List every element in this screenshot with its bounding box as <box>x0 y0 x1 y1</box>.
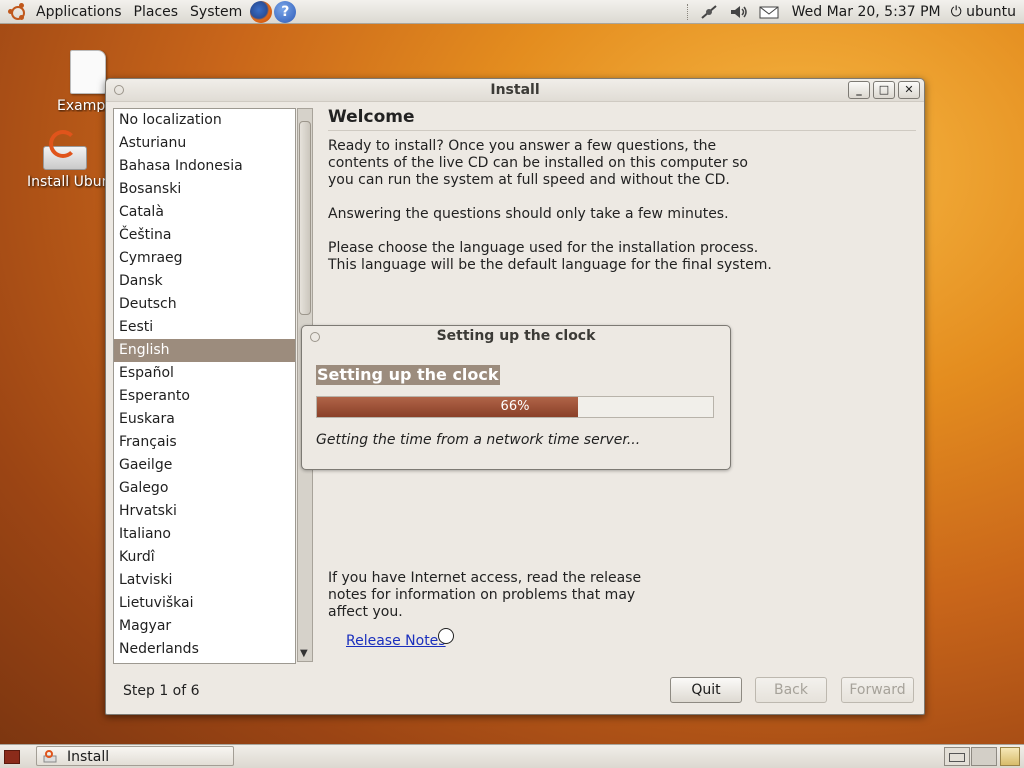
dialog-heading: Setting up the clock <box>316 365 500 385</box>
document-icon <box>70 50 106 94</box>
taskbar-install-button[interactable]: Install <box>36 746 234 766</box>
step-indicator: Step 1 of 6 <box>123 683 200 699</box>
install-window: Install _ □ ✕ No localization Asturianu … <box>105 78 925 715</box>
intro-text: Ready to install? Once you answer a few … <box>328 138 748 188</box>
language-item[interactable]: Italiano <box>114 523 295 546</box>
choose-language-text: Please choose the language used for the … <box>328 240 772 273</box>
language-item[interactable]: Bosanski <box>114 178 295 201</box>
dialog-title: Setting up the clock <box>436 328 596 344</box>
installer-icon <box>42 130 87 170</box>
progress-status: Getting the time from a network time ser… <box>316 432 641 448</box>
trash-icon[interactable] <box>1000 747 1020 766</box>
language-item[interactable]: Kurdî <box>114 546 295 569</box>
taskbar-label: Install <box>67 749 110 765</box>
window-title: Install <box>490 82 540 98</box>
ubuntu-logo-icon[interactable] <box>8 2 26 21</box>
user-menu[interactable]: ⏻ ubuntu <box>951 4 1024 20</box>
language-item[interactable]: Español <box>114 362 295 385</box>
places-menu[interactable]: Places <box>128 0 185 24</box>
workspace-1[interactable] <box>944 747 970 766</box>
answering-text: Answering the questions should only take… <box>328 206 729 222</box>
mail-icon[interactable] <box>758 3 780 21</box>
release-notes-link[interactable]: Release Notes <box>346 633 446 649</box>
top-panel: Applications Places System ? Wed Mar 20,… <box>0 0 1024 24</box>
language-item[interactable]: Nederlands <box>114 638 295 661</box>
busy-cursor-icon <box>438 628 454 644</box>
desktop-icon-label: Install Ubuntu <box>27 174 105 190</box>
language-item[interactable]: Magyar <box>114 615 295 638</box>
scroll-down-arrow-icon[interactable]: ▼ <box>300 648 308 659</box>
panel-separator <box>686 4 690 20</box>
back-button[interactable]: Back <box>755 677 827 703</box>
minimize-button[interactable]: _ <box>848 81 870 99</box>
bottom-panel: Install <box>0 744 1024 768</box>
maximize-button[interactable]: □ <box>873 81 895 99</box>
user-name: ubuntu <box>966 4 1016 20</box>
workspace-2[interactable] <box>971 747 997 766</box>
internet-text: If you have Internet access, read the re… <box>328 570 642 620</box>
language-item[interactable]: Deutsch <box>114 293 295 316</box>
language-item[interactable]: Hrvatski <box>114 500 295 523</box>
language-item[interactable]: Lietuviškai <box>114 592 295 615</box>
language-item[interactable]: Galego <box>114 477 295 500</box>
window-titlebar[interactable]: Install _ □ ✕ <box>106 79 924 102</box>
language-item[interactable]: Asturianu <box>114 132 295 155</box>
language-item-selected[interactable]: English <box>114 339 295 362</box>
language-item[interactable]: Català <box>114 201 295 224</box>
clock[interactable]: Wed Mar 20, 5:37 PM <box>784 4 951 20</box>
language-item[interactable]: Dansk <box>114 270 295 293</box>
progress-bar: 66% <box>316 396 714 418</box>
quit-button[interactable]: Quit <box>670 677 742 703</box>
title-divider <box>328 130 916 131</box>
language-item[interactable]: No localization <box>114 109 295 132</box>
forward-button[interactable]: Forward <box>841 677 914 703</box>
language-item[interactable]: Latviski <box>114 569 295 592</box>
language-item[interactable]: Français <box>114 431 295 454</box>
language-item[interactable]: Gaeilge <box>114 454 295 477</box>
language-list[interactable]: No localization Asturianu Bahasa Indones… <box>113 108 296 664</box>
language-item[interactable]: Esperanto <box>114 385 295 408</box>
power-icon: ⏻ <box>950 4 967 20</box>
main-menu: Applications Places System <box>30 0 248 24</box>
language-item[interactable]: Eesti <box>114 316 295 339</box>
close-button[interactable]: ✕ <box>898 81 920 99</box>
language-item[interactable]: Čeština <box>114 224 295 247</box>
applications-menu[interactable]: Applications <box>30 0 128 24</box>
system-menu[interactable]: System <box>184 0 248 24</box>
language-item[interactable]: Cymraeg <box>114 247 295 270</box>
desktop-icon-install[interactable]: Install Ubuntu <box>22 130 105 194</box>
help-icon[interactable]: ? <box>274 0 297 23</box>
progress-percent: 66% <box>500 399 530 414</box>
language-item[interactable]: Bahasa Indonesia <box>114 155 295 178</box>
scrollbar-thumb[interactable] <box>299 121 311 315</box>
installer-icon <box>43 750 57 763</box>
page-title: Welcome <box>328 107 415 127</box>
language-item[interactable]: Euskara <box>114 408 295 431</box>
show-desktop-icon[interactable] <box>4 750 20 764</box>
clock-setup-dialog: Setting up the clock Setting up the cloc… <box>301 325 731 470</box>
firefox-icon[interactable] <box>250 0 273 23</box>
volume-icon[interactable] <box>728 3 750 21</box>
system-tray: Wed Mar 20, 5:37 PM ⏻ ubuntu <box>683 0 1024 24</box>
network-icon[interactable] <box>698 3 720 21</box>
